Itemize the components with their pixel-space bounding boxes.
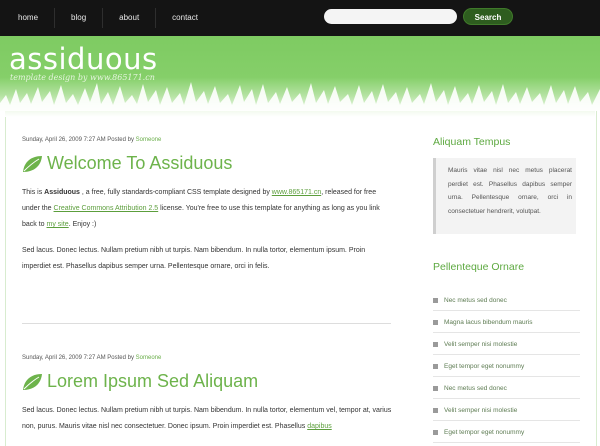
leaf-icon (23, 155, 42, 172)
post-body: This is Assiduous , a free, fully standa… (22, 185, 392, 275)
license-link[interactable]: Creative Commons Attribution 2.5 (54, 205, 159, 212)
list-item[interactable]: Velit semper nisi molestie (433, 333, 580, 355)
square-bullet-icon (433, 319, 438, 325)
square-bullet-icon (433, 341, 438, 347)
nav-blog[interactable]: blog (54, 8, 102, 28)
nav-home[interactable]: home (18, 8, 54, 28)
square-bullet-icon (433, 297, 438, 303)
sidebar-title-aliquam: Aliquam Tempus (433, 136, 511, 148)
post-paragraph: This is Assiduous , a free, fully standa… (22, 185, 392, 233)
list-item-label: Nec metus sed donec (444, 296, 507, 304)
list-item-label: Nec metus sed donec (444, 384, 507, 392)
square-bullet-icon (433, 385, 438, 391)
dapibus-link[interactable]: dapibus (307, 423, 332, 430)
grass-decoration (0, 82, 600, 111)
list-item[interactable]: Velit semper nisi molestie (433, 399, 580, 421)
post-date: Sunday, April 26, 2009 7:27 AM (22, 137, 106, 143)
list-item[interactable]: Eget tempor eget nonummy (433, 421, 580, 443)
text-span: , a free, fully standards-compliant CSS … (79, 189, 272, 196)
leaf-icon (23, 373, 42, 390)
text-span: Sed lacus. Donec lectus. Nullam pretium … (22, 407, 392, 430)
post-meta: Sunday, April 26, 2009 7:27 AM Posted by… (22, 355, 392, 361)
list-item[interactable]: Nec metus sed donec (433, 377, 580, 399)
square-bullet-icon (433, 407, 438, 413)
posted-by-label: Posted by (107, 355, 134, 361)
nav-contact[interactable]: contact (155, 8, 214, 28)
top-bar: home blog about contact Search (0, 0, 600, 36)
text-span: This is (22, 189, 45, 196)
post-body: Sed lacus. Donec lectus. Nullam pretium … (22, 403, 392, 435)
post-paragraph: Sed lacus. Donec lectus. Nullam pretium … (22, 403, 392, 435)
posted-by-label: Posted by (107, 137, 134, 143)
list-item-label: Velit semper nisi molestie (444, 406, 518, 414)
sidebar-link-list: Nec metus sed donec Magna lacus bibendum… (433, 289, 580, 443)
list-item[interactable]: Magna lacus bibendum mauris (433, 311, 580, 333)
list-item-label: Eget tempor eget nonummy (444, 428, 525, 436)
site-link[interactable]: www.865171.cn (272, 189, 321, 196)
frame-top-shade (5, 111, 595, 117)
square-bullet-icon (433, 429, 438, 435)
main-nav: home blog about contact (18, 0, 214, 36)
list-item-label: Magna lacus bibendum mauris (444, 318, 533, 326)
post-lorem: Sunday, April 26, 2009 7:27 AM Posted by… (22, 355, 392, 445)
site-header: assiduous template design by www.865171.… (0, 36, 600, 111)
square-bullet-icon (433, 363, 438, 369)
search-input[interactable] (324, 9, 457, 24)
post-paragraph: Sed lacus. Donec lectus. Nullam pretium … (22, 247, 366, 270)
bold-text: Assiduous (44, 189, 80, 196)
post-title-row: Lorem Ipsum Sed Aliquam (22, 371, 392, 392)
post-date: Sunday, April 26, 2009 7:27 AM (22, 355, 106, 361)
my-site-link[interactable]: my site (47, 221, 69, 228)
sidebar-title-pellenteque: Pellenteque Ornare (433, 261, 525, 273)
post-title-row: Welcome To Assiduous (22, 153, 392, 174)
nav-about[interactable]: about (102, 8, 155, 28)
post-title[interactable]: Welcome To Assiduous (47, 153, 232, 174)
post-meta: Sunday, April 26, 2009 7:27 AM Posted by… (22, 137, 392, 143)
sidebar-quote: Mauris vitae nisl nec metus placerat per… (433, 158, 576, 234)
post-title[interactable]: Lorem Ipsum Sed Aliquam (47, 371, 258, 392)
text-span: . Enjoy :) (68, 221, 97, 228)
post-divider (22, 323, 391, 324)
list-item[interactable]: Eget tempor eget nonummy (433, 355, 580, 377)
list-item[interactable]: Nec metus sed donec (433, 289, 580, 311)
list-item-label: Velit semper nisi molestie (444, 340, 518, 348)
post-author-link[interactable]: Someone (136, 355, 162, 361)
site-title: assiduous (9, 42, 158, 76)
post-author-link[interactable]: Someone (136, 137, 162, 143)
post-welcome: Sunday, April 26, 2009 7:27 AM Posted by… (22, 137, 392, 285)
search-button[interactable]: Search (463, 8, 513, 25)
list-item-label: Eget tempor eget nonummy (444, 362, 525, 370)
